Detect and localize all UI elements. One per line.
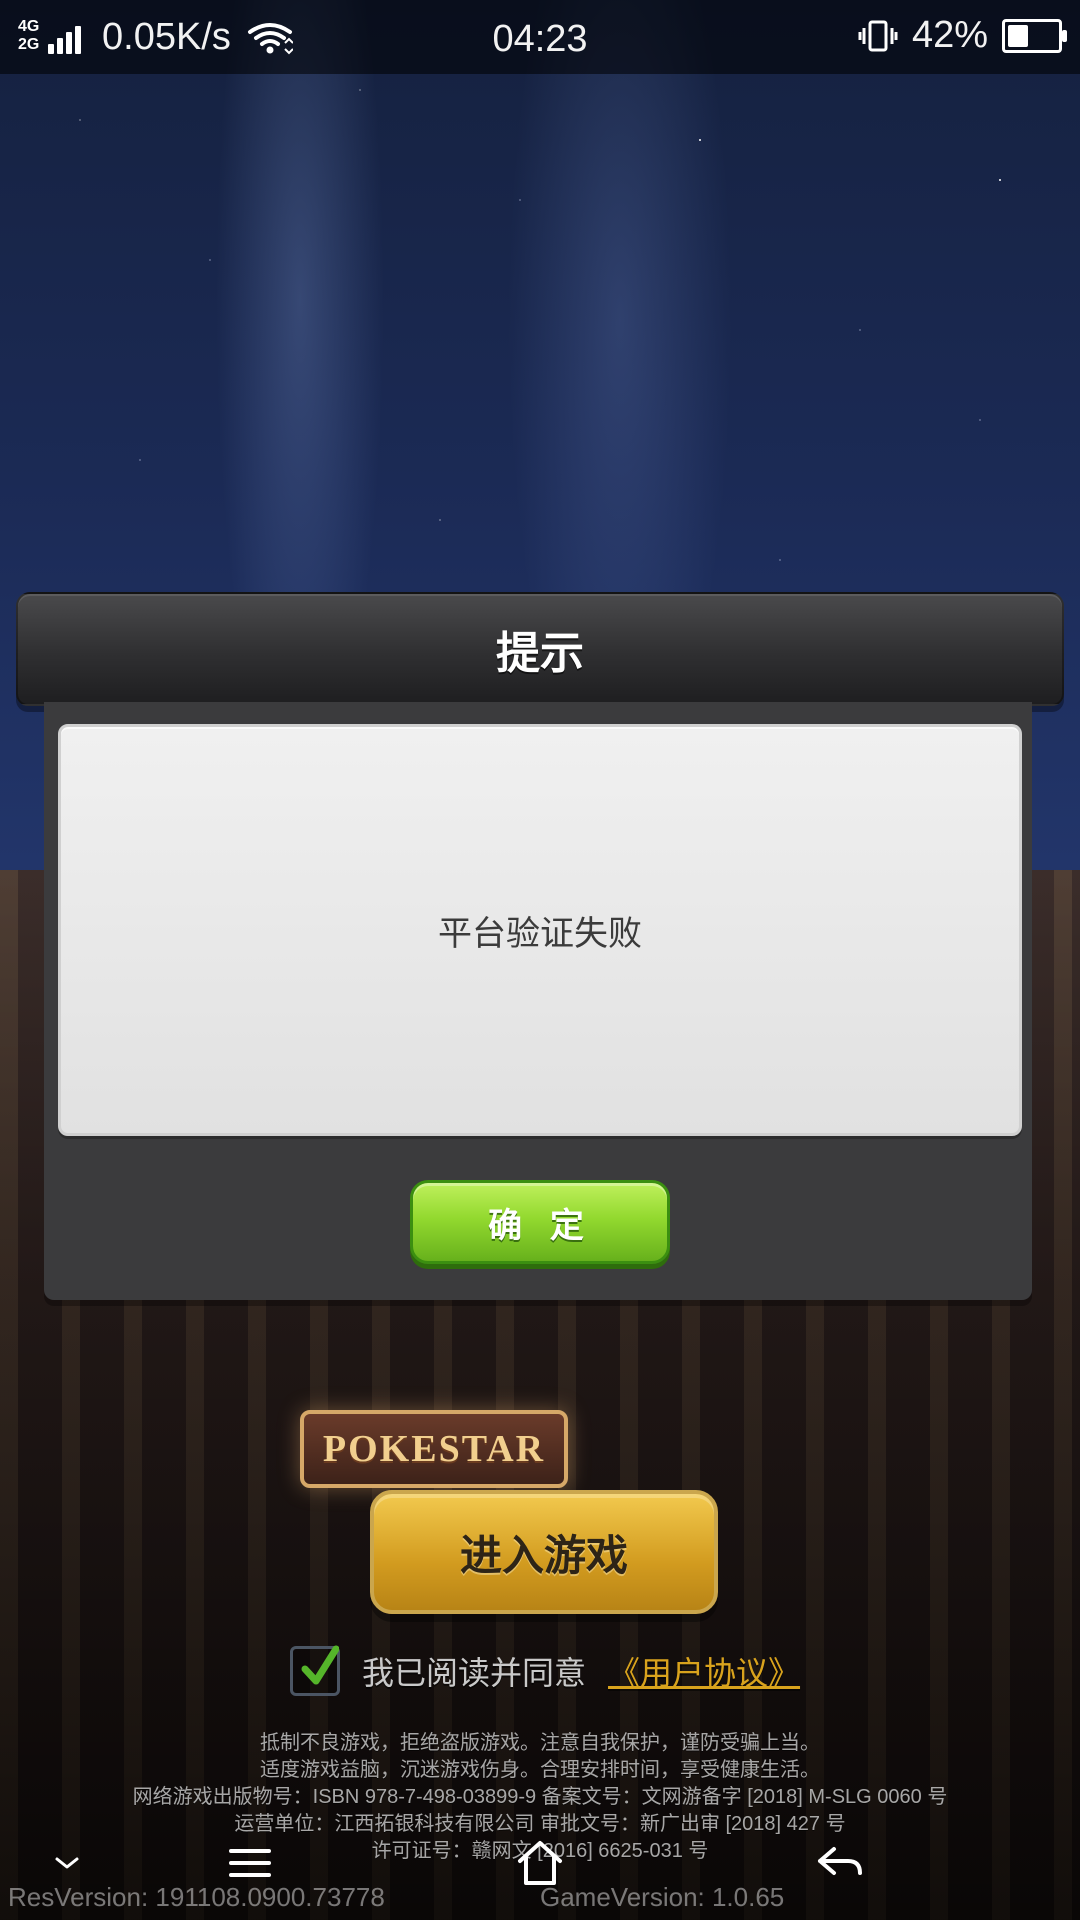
- res-version: ResVersion: 191108.0900.73778: [8, 1882, 385, 1912]
- enter-game-label: 进入游戏: [459, 1530, 628, 1580]
- battery-percent: 42%: [911, 14, 988, 56]
- confirm-button[interactable]: 确 定: [410, 1180, 670, 1264]
- checkmark-icon: [301, 1645, 339, 1685]
- agreement-text: 我已阅读并同意: [362, 1654, 587, 1692]
- legal-line: 网络游戏出版物号：ISBN 978-7-498-03899-9 备案文号：文网游…: [132, 1786, 948, 1808]
- agreement-checkbox[interactable]: [290, 1645, 340, 1696]
- game-version: GameVersion: 1.0.65: [540, 1882, 785, 1912]
- version-info: ResVersion: 191108.0900.73778 GameVersio…: [0, 1878, 1080, 1920]
- battery-fill: [1008, 24, 1028, 47]
- enter-game-button[interactable]: 进入游戏: [370, 1490, 718, 1614]
- dialog-body: 平台验证失败 确 定: [44, 702, 1032, 1300]
- dialog-message: 平台验证失败: [438, 913, 642, 954]
- vibrate-icon: [858, 20, 898, 51]
- status-bar: 4G 2G 0.05K/s 04:23 42%: [0, 0, 1080, 74]
- user-agreement-link[interactable]: 《用户协议》: [608, 1648, 800, 1694]
- back-icon: [818, 1847, 862, 1875]
- status-right: 42%: [858, 14, 1067, 57]
- dialog-header: 提示: [16, 592, 1064, 706]
- legal-line: 适度游戏益脑，沉迷游戏伤身。合理安排时间，享受健康生活。: [260, 1759, 820, 1781]
- chevron-down-icon: [55, 1857, 79, 1869]
- marquee-text: POKESTAR: [322, 1428, 546, 1470]
- pokestar-marquee: POKESTAR: [300, 1410, 568, 1488]
- message-box: 平台验证失败: [58, 724, 1022, 1136]
- alert-dialog: 提示 平台验证失败 确 定: [16, 592, 1064, 1308]
- menu-icon: [229, 1849, 271, 1877]
- agreement-row: 我已阅读并同意 《用户协议》: [290, 1645, 800, 1696]
- confirm-button-label: 确 定: [488, 1205, 592, 1246]
- legal-line: 抵制不良游戏，拒绝盗版游戏。注意自我保护，谨防受骗上当。: [260, 1732, 820, 1754]
- dialog-title: 提示: [496, 628, 584, 679]
- battery-icon: [1002, 18, 1067, 53]
